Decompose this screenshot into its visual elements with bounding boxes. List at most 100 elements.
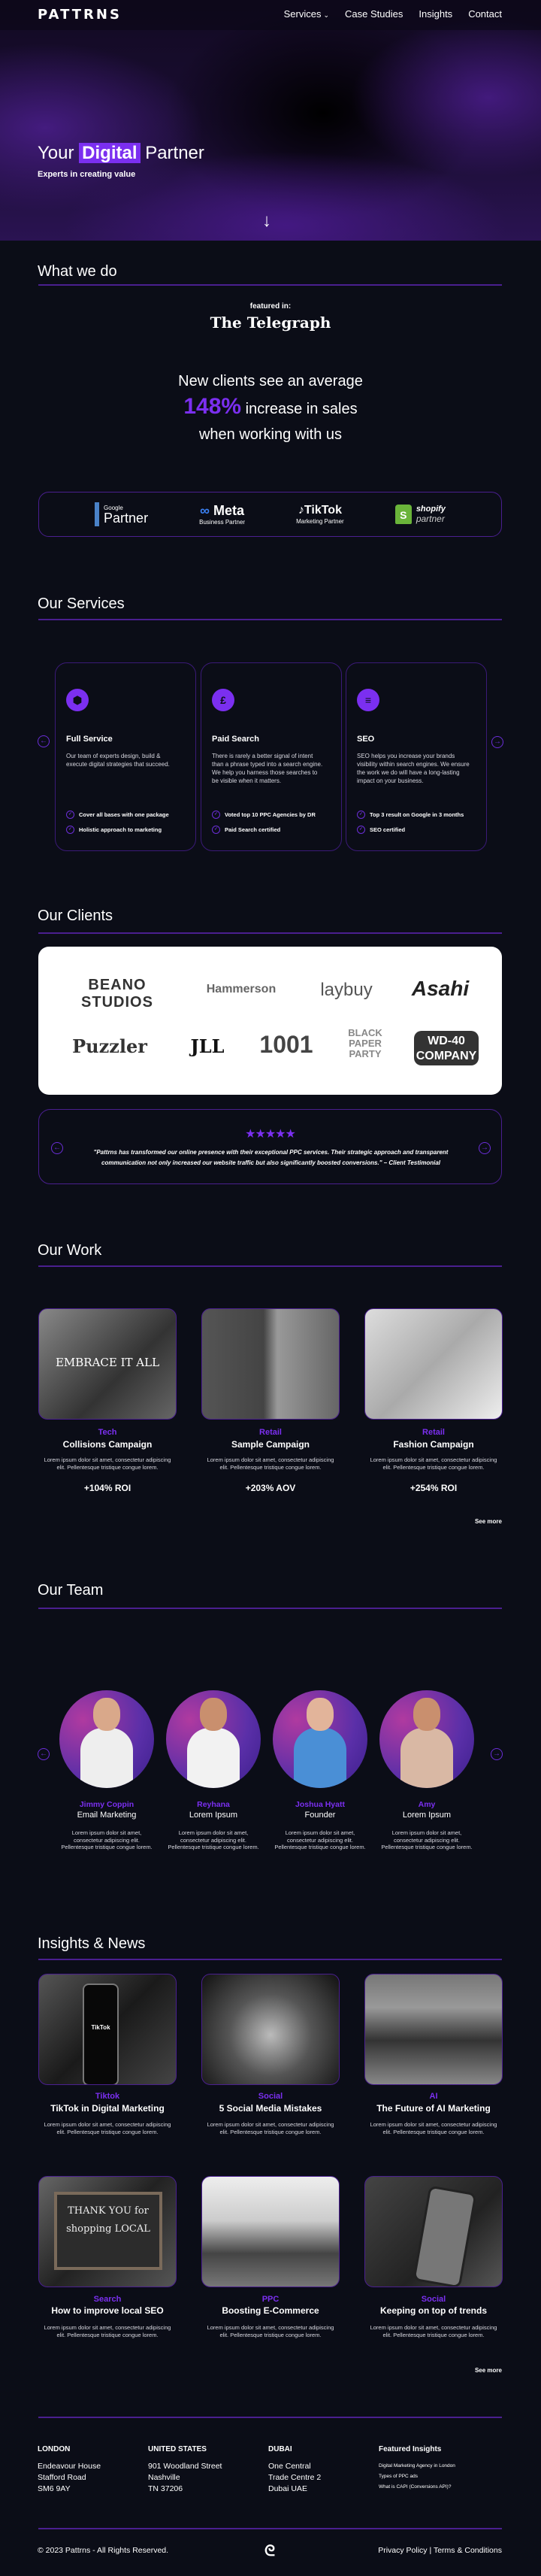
- telegraph-logo: The Telegraph: [210, 314, 331, 332]
- terms-link[interactable]: Terms & Conditions: [434, 2546, 502, 2555]
- team-desc: Lorem ipsum dolor sit amet, consectetur …: [61, 1829, 153, 1850]
- section-divider: [38, 1265, 502, 1267]
- nav-insights[interactable]: Insights: [419, 8, 452, 20]
- insight-desc: Lorem ipsum dolor sit amet, consectetur …: [207, 2324, 334, 2338]
- testimonial-prev-arrow-icon[interactable]: ←: [51, 1142, 63, 1154]
- client-logo-laybuy: laybuy: [320, 980, 373, 1000]
- testimonial-next-arrow-icon[interactable]: →: [479, 1142, 491, 1154]
- insight-image[interactable]: TikTok: [38, 1974, 177, 2085]
- menu-lines-icon: ≡: [357, 689, 379, 711]
- work-heading: Our Work: [38, 1242, 102, 1259]
- team-photo: [379, 1678, 474, 1788]
- office-line: 901 Woodland Street: [148, 2462, 222, 2471]
- nav-contact[interactable]: Contact: [468, 8, 502, 20]
- site-logo[interactable]: PATTRNS: [38, 7, 122, 23]
- work-title[interactable]: Sample Campaign: [201, 1439, 340, 1450]
- hero-title: Your Digital Partner: [38, 143, 204, 164]
- client-logo-beano: BEANO STUDIOS: [81, 977, 153, 1011]
- google-bar-icon: [95, 502, 100, 526]
- section-divider: [38, 284, 502, 286]
- team-role: Founder: [304, 1811, 336, 1820]
- work-desc: Lorem ipsum dolor sit amet, consectetur …: [44, 1456, 171, 1471]
- work-stat: +254% ROI: [410, 1483, 458, 1493]
- service-feature-text: Paid Search certified: [225, 826, 281, 833]
- service-card[interactable]: £ Paid Search There is rarely a better s…: [201, 662, 342, 851]
- service-feature: ✓ Holistic approach to marketing: [66, 826, 162, 834]
- team-avatar-bg: [59, 1690, 154, 1788]
- insight-image[interactable]: THANK YOU for shopping LOCAL: [38, 2176, 177, 2287]
- featured-insight-link[interactable]: Types of PPC ads: [379, 2471, 455, 2482]
- work-image[interactable]: [201, 1308, 340, 1420]
- privacy-policy-link[interactable]: Privacy Policy: [378, 2546, 427, 2555]
- nav-services[interactable]: Services ⌄: [284, 8, 329, 20]
- insight-desc: Lorem ipsum dolor sit amet, consectetur …: [370, 2121, 497, 2135]
- client-logos-panel: BEANO STUDIOS Hammerson laybuy Asahi Puz…: [38, 947, 502, 1095]
- insight-image[interactable]: [201, 2176, 340, 2287]
- shopify-bag-icon: S: [394, 505, 412, 524]
- meta-infinity-icon: ∞: [200, 502, 210, 518]
- chalkboard-sign-text: THANK YOU for shopping LOCAL: [54, 2192, 162, 2270]
- office-line: Stafford Road: [38, 2473, 86, 2482]
- office-city: DUBAI: [268, 2445, 292, 2453]
- footer-office-dubai: DUBAI One Central Trade Centre 2 Dubai U…: [268, 2444, 321, 2495]
- work-see-more-link[interactable]: See more: [475, 1518, 502, 1525]
- stat-line-2: increase in sales: [245, 401, 358, 417]
- insight-desc: Lorem ipsum dolor sit amet, consectetur …: [44, 2324, 171, 2338]
- work-image[interactable]: EMBRACE IT ALL: [38, 1308, 177, 1420]
- insight-title[interactable]: 5 Social Media Mistakes: [201, 2103, 340, 2114]
- service-feature-text: Holistic approach to marketing: [79, 826, 162, 833]
- verified-badge-icon: ✓: [357, 826, 365, 834]
- service-feature: ✓ Top 3 result on Google in 3 months: [357, 811, 464, 819]
- footer-featured-insights: Featured Insights Digital Marketing Agen…: [379, 2444, 455, 2493]
- meta-label: Business Partner: [199, 518, 246, 526]
- team-name: Joshua Hyatt: [295, 1800, 345, 1809]
- team-photo: [273, 1678, 367, 1788]
- insight-title[interactable]: The Future of AI Marketing: [364, 2103, 503, 2114]
- insight-image[interactable]: [364, 1974, 503, 2085]
- featured-insights-heading: Featured Insights: [379, 2445, 442, 2453]
- hero-title-before: Your: [38, 143, 74, 163]
- work-image[interactable]: [364, 1308, 503, 1420]
- featured-insight-link[interactable]: Digital Marketing Agency in London: [379, 2461, 455, 2471]
- insight-desc: Lorem ipsum dolor sit amet, consectetur …: [207, 2121, 334, 2135]
- insight-desc: Lorem ipsum dolor sit amet, consectetur …: [44, 2121, 171, 2135]
- partner-badges: Google Partner ∞ Meta Business Partner ♪T…: [38, 492, 502, 537]
- service-card[interactable]: ⬢ Full Service Our team of experts desig…: [55, 662, 196, 851]
- team-role: Email Marketing: [77, 1811, 137, 1820]
- work-title[interactable]: Fashion Campaign: [364, 1439, 503, 1450]
- insight-title[interactable]: TikTok in Digital Marketing: [38, 2103, 177, 2114]
- services-prev-arrow-icon[interactable]: ←: [38, 735, 50, 747]
- insight-category: AI: [429, 2092, 438, 2101]
- client-logo-asahi: Asahi: [411, 977, 470, 1000]
- footer-logo-icon[interactable]: ᘓ: [264, 2543, 275, 2560]
- insights-see-more-link[interactable]: See more: [475, 2367, 502, 2374]
- client-logo-puzzler: Puzzler: [72, 1035, 147, 1057]
- service-card[interactable]: ≡ SEO SEO helps you increase your brands…: [346, 662, 487, 851]
- team-next-arrow-icon[interactable]: →: [491, 1748, 503, 1760]
- cube-icon: ⬢: [66, 689, 89, 711]
- insight-image[interactable]: [201, 1974, 340, 2085]
- insight-title[interactable]: Keeping on top of trends: [364, 2305, 503, 2316]
- insight-desc: Lorem ipsum dolor sit amet, consectetur …: [370, 2324, 497, 2338]
- nav-case-studies[interactable]: Case Studies: [345, 8, 403, 20]
- office-line: Trade Centre 2: [268, 2473, 322, 2482]
- tiktok-label: Marketing Partner: [296, 518, 344, 525]
- services-next-arrow-icon[interactable]: →: [491, 736, 503, 748]
- team-prev-arrow-icon[interactable]: ←: [38, 1748, 50, 1760]
- work-desc: Lorem ipsum dolor sit amet, consectetur …: [370, 1456, 497, 1471]
- tiktok-screen-text: TikTok: [91, 2024, 110, 2031]
- verified-badge-icon: ✓: [66, 826, 74, 834]
- scroll-down-arrow-icon[interactable]: ↓: [262, 211, 271, 232]
- insight-title[interactable]: How to improve local SEO: [38, 2305, 177, 2316]
- service-feature-text: Voted top 10 PPC Agencies by DR: [225, 811, 316, 818]
- work-title[interactable]: Collisions Campaign: [38, 1439, 177, 1450]
- service-feature: ✓ Voted top 10 PPC Agencies by DR: [212, 811, 316, 819]
- insight-image[interactable]: [364, 2176, 503, 2287]
- shopify-label: partner: [416, 514, 445, 524]
- insight-title[interactable]: Boosting E-Commerce: [201, 2305, 340, 2316]
- team-name: Reyhana: [197, 1800, 230, 1809]
- featured-insight-link[interactable]: What is CAPI (Conversions API)?: [379, 2482, 455, 2493]
- section-divider: [38, 619, 502, 620]
- footer-divider: [38, 2417, 502, 2418]
- team-name: Jimmy Coppin: [79, 1800, 134, 1809]
